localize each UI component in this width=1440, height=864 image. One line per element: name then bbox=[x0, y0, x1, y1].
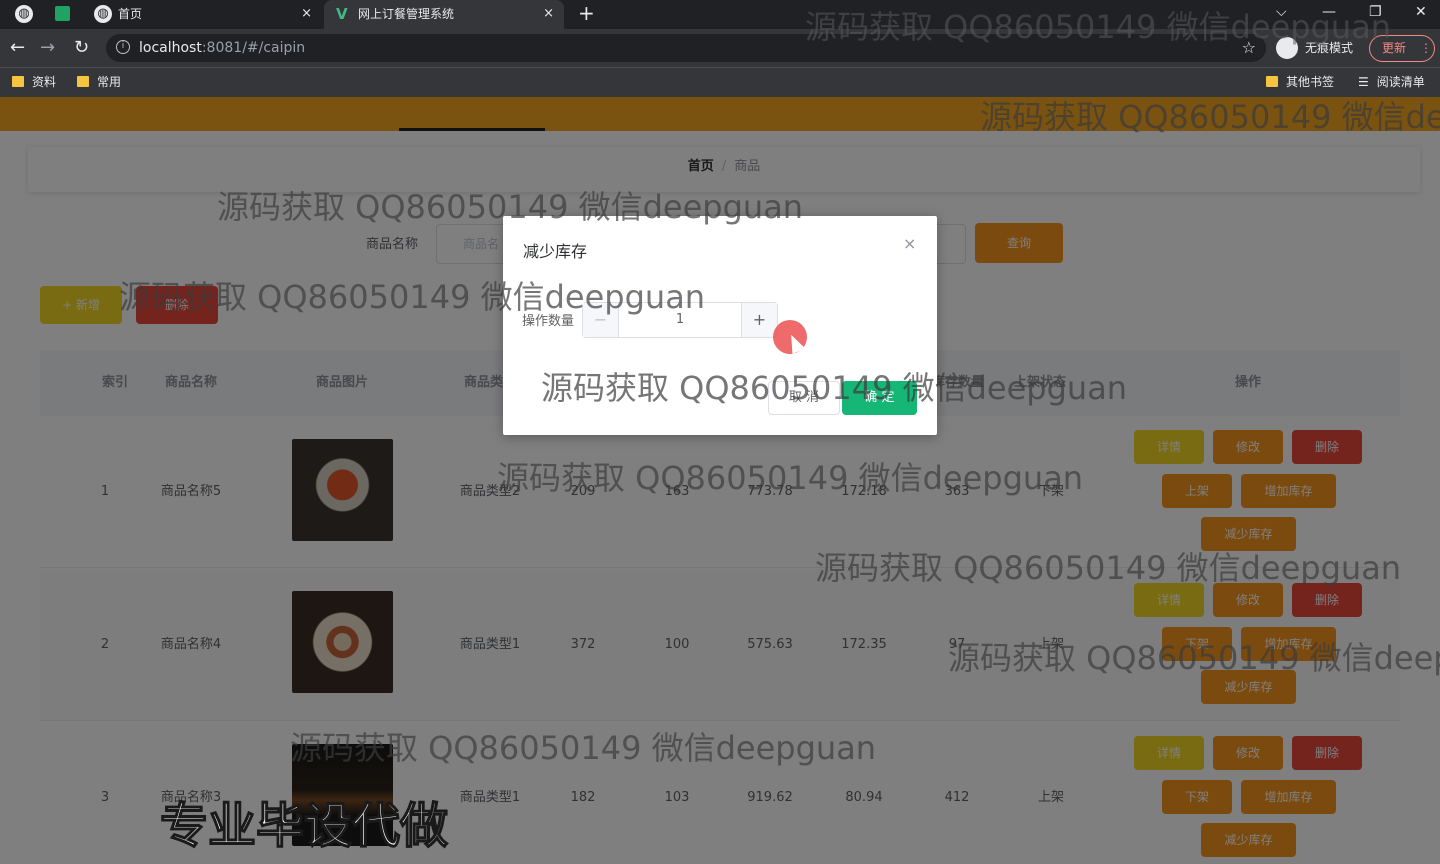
folder-icon bbox=[1266, 76, 1278, 87]
watermark-text: 源码获取 QQ86050149 微信deepguan bbox=[980, 98, 1440, 136]
watermark-text: 源码获取 QQ86050149 微信deepguan bbox=[805, 8, 1392, 46]
bookmark-folder[interactable]: 常用 bbox=[77, 68, 121, 97]
watermark-text: 源码获取 QQ86050149 微信deepguan bbox=[815, 549, 1402, 587]
back-icon[interactable]: ← bbox=[10, 29, 25, 67]
tab-active[interactable]: V 网上订餐管理系统 × bbox=[324, 0, 564, 29]
close-window-icon[interactable]: ✕ bbox=[1415, 0, 1427, 24]
browser-menu-icon[interactable]: ◍ bbox=[15, 5, 33, 23]
watermark-text: 源码获取 QQ86050149 微信deepguan bbox=[948, 639, 1440, 677]
site-info-icon[interactable]: i bbox=[116, 40, 130, 54]
reading-list-icon: ☰ bbox=[1358, 75, 1369, 89]
extension-icon[interactable] bbox=[55, 6, 70, 21]
tab-close-icon[interactable]: × bbox=[543, 0, 554, 28]
forward-icon[interactable]: → bbox=[40, 29, 55, 67]
increment-button[interactable]: + bbox=[741, 303, 777, 337]
tab-label: 网上订餐管理系统 bbox=[358, 7, 455, 21]
new-tab-icon[interactable]: + bbox=[578, 0, 595, 27]
tab-home[interactable]: ◍ 首页 × bbox=[84, 0, 322, 29]
vue-logo-icon: V bbox=[336, 5, 348, 23]
reload-icon[interactable]: ↻ bbox=[74, 29, 89, 67]
folder-icon bbox=[12, 76, 24, 87]
tab-label: 首页 bbox=[118, 7, 143, 21]
watermark-text: 源码获取 QQ86050149 微信deepguan bbox=[541, 369, 1128, 407]
watermark-text: 源码获取 QQ86050149 微信deepguan bbox=[290, 729, 877, 767]
dialog-title: 减少库存 bbox=[523, 242, 588, 261]
watermark-text: 源码获取 QQ86050149 微信deepguan bbox=[217, 188, 804, 226]
close-icon[interactable]: × bbox=[903, 234, 916, 253]
bookmark-folder[interactable]: 资料 bbox=[12, 68, 56, 97]
promo-overlay-text: 专业毕设代做 bbox=[159, 797, 449, 855]
folder-icon bbox=[77, 76, 89, 87]
watermark-text: 源码获取 QQ86050149 微信deepguan bbox=[119, 278, 706, 316]
url-text: localhost:8081/#/caipin bbox=[139, 40, 306, 56]
watermark-text: 源码获取 QQ86050149 微信deepguan bbox=[497, 459, 1084, 497]
tab-close-icon[interactable]: × bbox=[301, 0, 312, 28]
kebab-menu-icon: ⋮ bbox=[1420, 41, 1433, 55]
globe-icon: ◍ bbox=[94, 5, 112, 23]
